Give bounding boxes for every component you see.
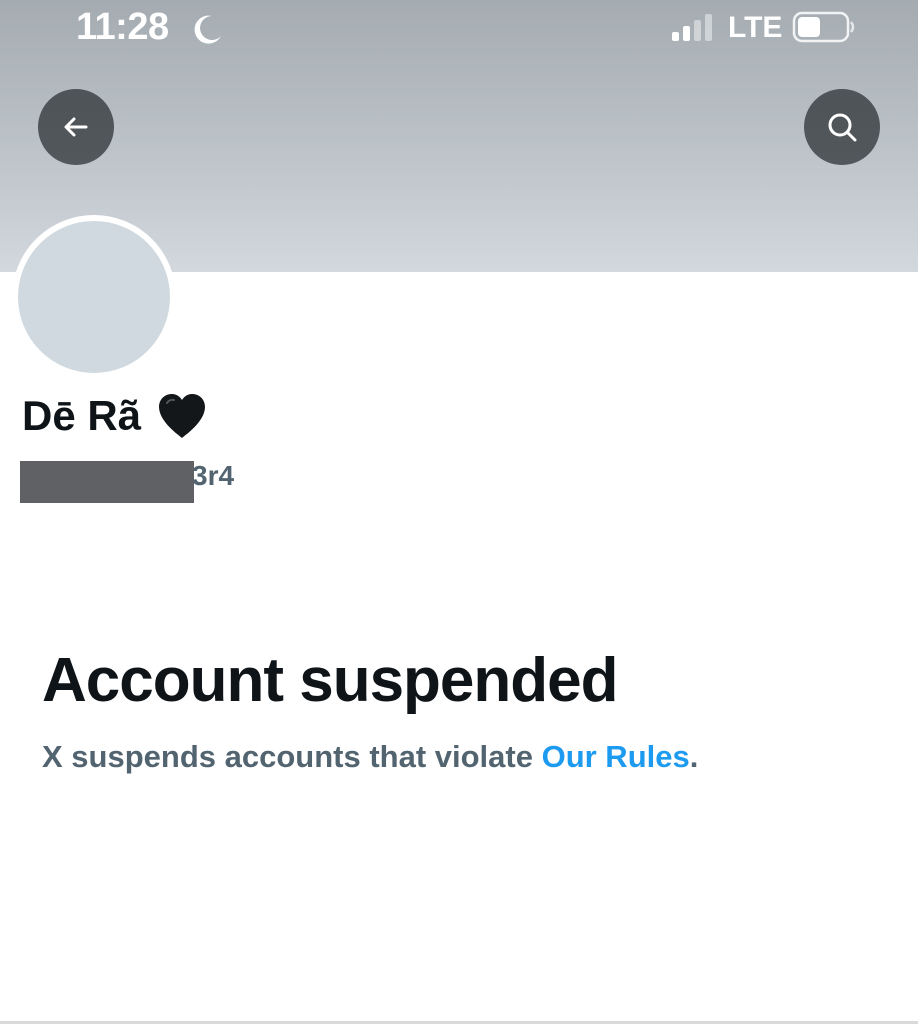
black-heart-icon <box>159 394 206 438</box>
our-rules-link[interactable]: Our Rules <box>542 739 690 774</box>
suspension-title: Account suspended <box>42 646 619 715</box>
search-button[interactable] <box>804 89 880 165</box>
profile-display-name: Dē Rã <box>22 388 209 444</box>
status-time: 11:28 <box>76 6 169 48</box>
suspension-message-period: . <box>689 739 699 774</box>
profile-handle: 3r4 <box>20 458 234 504</box>
back-button[interactable] <box>38 89 114 165</box>
profile-screen: 11:28 LTE Dē Rã 3r4 Account suspended X … <box>0 0 918 1024</box>
search-icon <box>828 113 857 142</box>
signal-icon <box>672 14 712 41</box>
status-network: LTE <box>728 11 783 44</box>
redaction-box <box>20 461 194 503</box>
suspension-message-text: X suspends accounts that violate <box>42 739 542 774</box>
suspension-message: X suspends accounts that violate Our Rul… <box>42 736 698 778</box>
moon-icon <box>194 15 221 44</box>
battery-icon <box>792 11 855 43</box>
avatar <box>12 215 176 379</box>
arrow-left-icon <box>64 117 88 137</box>
handle-visible-text: 3r4 <box>192 460 235 491</box>
display-name-text: Dē Rã <box>22 392 142 439</box>
